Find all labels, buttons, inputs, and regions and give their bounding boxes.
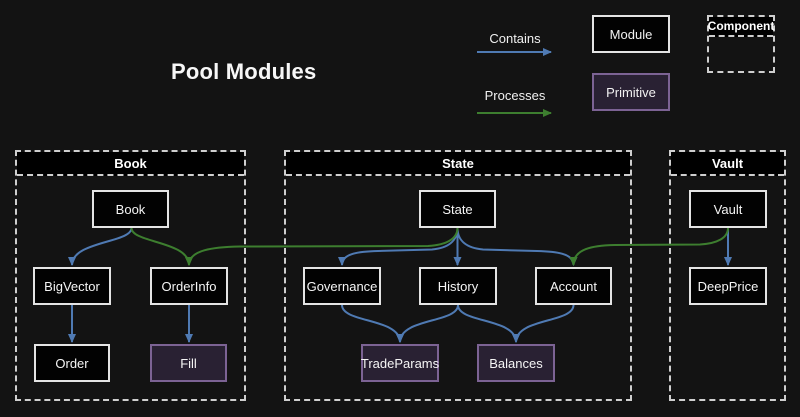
edge-state-orderinfo bbox=[189, 228, 458, 265]
node-state: State bbox=[419, 190, 496, 228]
node-tradeparams: TradeParams bbox=[361, 344, 439, 382]
legend-primitive-label: Primitive bbox=[606, 85, 656, 100]
edge-state-account bbox=[458, 228, 574, 265]
node-balances: Balances bbox=[477, 344, 555, 382]
edge-account-balances bbox=[516, 305, 574, 342]
edge-history-tradeparams bbox=[400, 305, 458, 342]
node-orderinfo: OrderInfo bbox=[150, 267, 228, 305]
edge-vault-account bbox=[574, 228, 729, 265]
node-governance: Governance bbox=[303, 267, 381, 305]
legend-component-box: Component bbox=[707, 15, 775, 73]
node-deepprice: DeepPrice bbox=[689, 267, 767, 305]
node-vault: Vault bbox=[689, 190, 767, 228]
legend-component-label: Component bbox=[709, 17, 773, 37]
pool-modules-diagram: Pool Modules Contains Processes Module P… bbox=[0, 0, 800, 417]
node-fill: Fill bbox=[150, 344, 227, 382]
legend-primitive-box: Primitive bbox=[592, 73, 670, 111]
legend-module-box: Module bbox=[592, 15, 670, 53]
edge-governance-tradeparams bbox=[342, 305, 400, 342]
node-book: Book bbox=[92, 190, 169, 228]
edge-book-bigvector bbox=[72, 228, 132, 265]
node-bigvector: BigVector bbox=[33, 267, 111, 305]
node-history: History bbox=[419, 267, 497, 305]
edge-book-orderinfo bbox=[132, 228, 190, 265]
legend-module-label: Module bbox=[610, 27, 653, 42]
node-account: Account bbox=[535, 267, 612, 305]
edge-history-balances bbox=[458, 305, 516, 342]
node-order: Order bbox=[34, 344, 110, 382]
